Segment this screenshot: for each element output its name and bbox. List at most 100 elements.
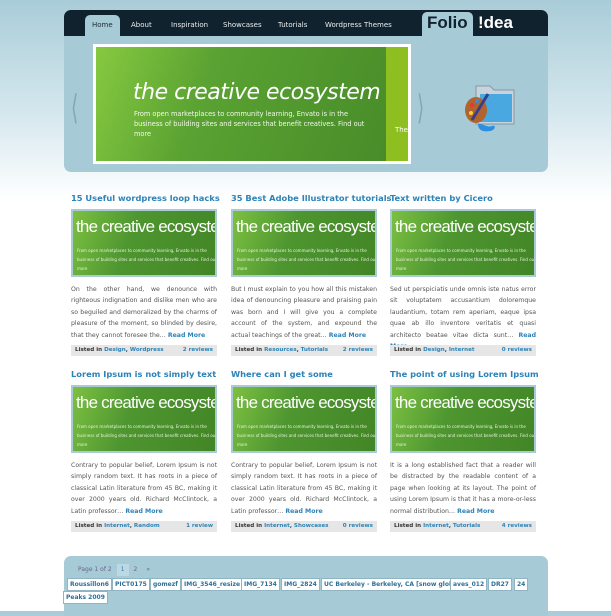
category-link[interactable]: Internet — [264, 523, 290, 529]
page-2-link[interactable]: 2 — [130, 564, 142, 576]
category-link[interactable]: Showcases — [294, 523, 329, 529]
post-title[interactable]: Lorem Ipsum is not simply text — [71, 369, 217, 379]
post-excerpt: Contrary to popular belief, Lorem Ipsum … — [231, 460, 377, 517]
excerpt-text: Sed ut perspiciatis unde omnis iste natu… — [390, 286, 536, 339]
post-meta: Listed in Design, Wordpress 2 reviews — [71, 345, 217, 356]
nav-home[interactable]: Home — [85, 15, 120, 36]
post-excerpt: It is a long established fact that a rea… — [390, 460, 536, 517]
nav-showcases[interactable]: Showcases — [216, 15, 269, 36]
post-card: Lorem Ipsum is not simply text the creat… — [71, 369, 217, 532]
thumb-text: From open marketplaces to community lear… — [77, 248, 217, 271]
listed-in-label: Listed in — [75, 347, 103, 353]
folder-palette-icon — [465, 85, 515, 132]
post-title[interactable]: Text written by Cicero — [390, 193, 536, 203]
post-excerpt: On the other hand, we denounce with righ… — [71, 284, 217, 341]
page-1-link[interactable]: 1 — [116, 564, 129, 576]
listed-in-label: Listed in — [75, 523, 103, 529]
chevron-right-icon[interactable]: ⟩ — [417, 88, 424, 128]
thumb-text: From open marketplaces to community lear… — [396, 424, 536, 447]
post-thumbnail[interactable]: the creative ecosystem From open marketpl… — [231, 385, 377, 453]
category-link[interactable]: Tutorials — [453, 523, 480, 529]
category-link[interactable]: Tutorials — [301, 347, 328, 353]
post-thumbnail[interactable]: the creative ecosystem From open marketpl… — [390, 385, 536, 453]
reviews-link[interactable]: 0 reviews — [502, 345, 532, 356]
thumb-headline: the creative ecosystem — [76, 217, 217, 236]
post-card: 35 Best Adobe Illustrator tutorials the … — [231, 193, 391, 356]
tag-link[interactable]: Peaks 2009 — [63, 591, 108, 604]
slide-text: From open marketplaces to community lear… — [134, 110, 365, 138]
logo-idea: !dea — [478, 13, 513, 32]
tag-link[interactable]: gomezf — [150, 578, 181, 591]
featured-slide[interactable]: the creative ecosystem From open marketp… — [93, 44, 411, 164]
listed-in-label: Listed in — [235, 347, 263, 353]
post-card: The point of using Lorem Ipsum the creat… — [390, 369, 539, 532]
thumb-headline: the creative ecosystem — [236, 393, 377, 412]
post-thumbnail[interactable]: the creative ecosystem From open marketpl… — [390, 209, 536, 277]
post-title[interactable]: 15 Useful wordpress loop hacks — [71, 193, 220, 203]
category-link[interactable]: Internet — [104, 523, 130, 529]
tag-link[interactable]: IMG_3546_resize — [181, 578, 244, 591]
read-more-link[interactable]: Read More — [168, 332, 205, 339]
post-thumbnail[interactable]: the creative ecosystem From open marketpl… — [231, 209, 377, 277]
reviews-link[interactable]: 4 reviews — [502, 521, 532, 532]
post-thumbnail[interactable]: the creative ecosystem From open marketpl… — [71, 209, 217, 277]
page-count: Page 1 of 2 — [78, 566, 112, 573]
reviews-link[interactable]: 2 reviews — [183, 345, 213, 356]
nav-tutorials[interactable]: Tutorials — [271, 15, 314, 36]
chevron-left-icon[interactable]: ⟨ — [71, 88, 78, 128]
read-more-link[interactable]: Read More — [285, 508, 322, 515]
tag-link[interactable]: aves_012 — [450, 578, 488, 591]
tag-link[interactable]: DR27 — [488, 578, 512, 591]
post-title[interactable]: Where can I get some — [231, 369, 377, 379]
read-more-link[interactable]: Read More — [329, 332, 366, 339]
category-link[interactable]: Resources — [264, 347, 296, 353]
tag-link[interactable]: IMG_2824 — [281, 578, 320, 591]
tag-link[interactable]: IMG_7134 — [241, 578, 280, 591]
post-meta: Listed in Internet, Tutorials 4 reviews — [390, 521, 536, 532]
post-meta: Listed in Internet, Random 1 review — [71, 521, 217, 532]
post-title[interactable]: 35 Best Adobe Illustrator tutorials — [231, 193, 391, 203]
logo-folio: Folio — [422, 12, 473, 37]
logo[interactable]: Folio !dea — [422, 12, 534, 37]
category-link[interactable]: Design — [423, 347, 445, 353]
post-meta: Listed in Resources, Tutorials 2 reviews — [231, 345, 377, 356]
nav-wordpress-themes[interactable]: Wordpress Themes — [318, 15, 399, 36]
category-link[interactable]: Design — [104, 347, 126, 353]
tag-link[interactable]: Roussillon6 — [67, 578, 112, 591]
post-card: Text written by Cicero the creative ecos… — [390, 193, 536, 356]
post-excerpt: Contrary to popular belief, Lorem Ipsum … — [71, 460, 217, 517]
slide-headline: the creative ecosystem — [133, 80, 381, 105]
reviews-link[interactable]: 0 reviews — [343, 521, 373, 532]
next-page-link[interactable]: » — [142, 564, 154, 576]
category-link[interactable]: Internet — [449, 347, 475, 353]
thumb-text: From open marketplaces to community lear… — [77, 424, 217, 447]
thumb-headline: the creative ecosystem — [76, 393, 217, 412]
post-meta: Listed in Design, Internet 0 reviews — [390, 345, 536, 356]
slide-peek-text: The — [394, 126, 408, 134]
post-excerpt: But I must explain to you how all this m… — [231, 284, 377, 341]
pagination: Page 1 of 2 1 2» — [74, 564, 155, 576]
category-link[interactable]: Wordpress — [130, 347, 164, 353]
listed-in-label: Listed in — [394, 523, 422, 529]
header: Home About Inspiration Showcases Tutoria… — [64, 10, 548, 172]
category-link[interactable]: Internet — [423, 523, 449, 529]
tag-link[interactable]: PICT0175 — [112, 578, 150, 591]
main-nav: Home About Inspiration Showcases Tutoria… — [64, 10, 548, 37]
thumb-headline: the creative ecosystem — [395, 217, 536, 236]
read-more-link[interactable]: Read More — [457, 508, 494, 515]
category-link[interactable]: Random — [134, 523, 160, 529]
thumb-text: From open marketplaces to community lear… — [237, 424, 377, 447]
tag-link[interactable]: UC Berkeley - Berkeley, CA [snow globe] — [321, 578, 464, 591]
post-thumbnail[interactable]: the creative ecosystem From open marketpl… — [71, 385, 217, 453]
post-title[interactable]: The point of using Lorem Ipsum — [390, 369, 539, 379]
tag-link[interactable]: 24 — [514, 578, 529, 591]
thumb-headline: the creative ecosystem — [236, 217, 377, 236]
reviews-link[interactable]: 1 review — [186, 521, 213, 532]
nav-about[interactable]: About — [124, 15, 159, 36]
reviews-link[interactable]: 2 reviews — [343, 345, 373, 356]
post-card: Where can I get some the creative ecosys… — [231, 369, 377, 532]
read-more-link[interactable]: Read More — [125, 508, 162, 515]
nav-inspiration[interactable]: Inspiration — [164, 15, 215, 36]
listed-in-label: Listed in — [394, 347, 422, 353]
post-card: 15 Useful wordpress loop hacks the creat… — [71, 193, 220, 356]
